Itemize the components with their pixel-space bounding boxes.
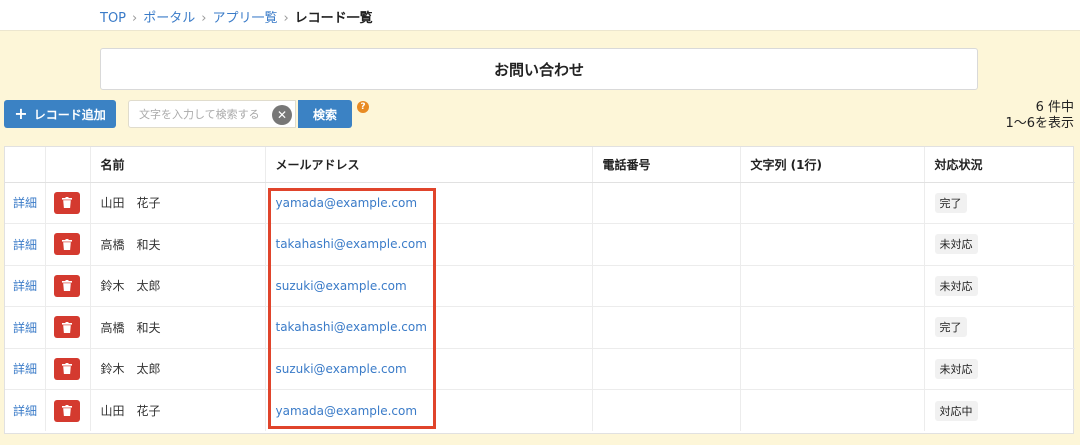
- trash-icon: [61, 238, 72, 250]
- name-cell: 鈴木 太郎: [90, 265, 266, 307]
- table-header-row: 名前 メールアドレス 電話番号 文字列 (1行) 対応状況: [5, 147, 1075, 183]
- detail-link[interactable]: 詳細: [13, 321, 37, 335]
- trash-icon: [61, 405, 72, 416]
- add-record-label: レコード追加: [33, 107, 106, 122]
- header-detail: [5, 147, 46, 183]
- text-cell: [740, 348, 925, 390]
- detail-link[interactable]: 詳細: [13, 238, 37, 252]
- table-row: 詳細 山田 花子 yamada@example.com 完了: [5, 182, 1075, 224]
- plus-icon: +: [14, 104, 28, 123]
- breadcrumb-app-list-link[interactable]: アプリ一覧: [212, 11, 277, 26]
- phone-cell: [592, 265, 741, 307]
- record-table: 名前 メールアドレス 電話番号 文字列 (1行) 対応状況 詳細 山田 花子 y…: [4, 146, 1075, 434]
- phone-cell: [592, 306, 741, 349]
- breadcrumb: TOP › ポータル › アプリ一覧 › レコード一覧: [100, 7, 373, 26]
- text-cell: [740, 182, 925, 224]
- header-email[interactable]: メールアドレス: [265, 147, 593, 183]
- table-row: 詳細 高橋 和夫 takahashi@example.com 未対応: [5, 223, 1075, 266]
- name-cell: 山田 花子: [90, 182, 266, 224]
- table-row: 詳細 鈴木 太郎 suzuki@example.com 未対応: [5, 348, 1075, 390]
- trash-icon: [61, 321, 72, 333]
- breadcrumb-current: レコード一覧: [294, 11, 373, 26]
- status-badge: 未対応: [934, 275, 978, 296]
- record-count: 6 件中 1～6を表示: [1005, 100, 1074, 132]
- breadcrumb-top-link[interactable]: TOP: [100, 11, 126, 26]
- breadcrumb-separator: ›: [132, 11, 138, 26]
- phone-cell: [592, 223, 741, 266]
- email-link[interactable]: yamada@example.com: [276, 196, 418, 210]
- header-phone[interactable]: 電話番号: [592, 147, 741, 183]
- search-button[interactable]: 検索: [298, 100, 352, 128]
- phone-cell: [592, 389, 741, 431]
- header-name[interactable]: 名前: [90, 147, 266, 183]
- table-row: 詳細 山田 花子 yamada@example.com 対応中: [5, 389, 1075, 431]
- detail-link[interactable]: 詳細: [13, 362, 37, 376]
- add-record-button[interactable]: + レコード追加: [4, 100, 116, 128]
- email-link[interactable]: suzuki@example.com: [276, 279, 407, 293]
- search-box: ✕: [128, 100, 296, 128]
- record-range: 1～6を表示: [1005, 116, 1074, 131]
- detail-link[interactable]: 詳細: [13, 404, 37, 418]
- delete-button[interactable]: [53, 316, 80, 339]
- delete-button[interactable]: [53, 399, 80, 422]
- delete-button[interactable]: [53, 357, 80, 380]
- question-icon[interactable]: ?: [357, 101, 369, 113]
- name-cell: 高橋 和夫: [90, 223, 266, 266]
- name-cell: 山田 花子: [90, 389, 266, 431]
- clear-icon[interactable]: ✕: [272, 105, 292, 125]
- email-link[interactable]: yamada@example.com: [276, 404, 418, 418]
- search-input[interactable]: [129, 101, 265, 127]
- breadcrumb-separator: ›: [201, 11, 207, 26]
- trash-icon: [61, 363, 72, 375]
- table-row: 詳細 鈴木 太郎 suzuki@example.com 未対応: [5, 265, 1075, 307]
- header-delete: [45, 147, 91, 183]
- text-cell: [740, 306, 925, 349]
- delete-button[interactable]: [53, 233, 80, 256]
- status-badge: 対応中: [934, 400, 978, 421]
- detail-link[interactable]: 詳細: [13, 279, 37, 293]
- phone-cell: [592, 348, 741, 390]
- header-status[interactable]: 対応状況: [924, 147, 1075, 183]
- text-cell: [740, 389, 925, 431]
- delete-button[interactable]: [53, 191, 80, 214]
- table-row: 詳細 高橋 和夫 takahashi@example.com 完了: [5, 306, 1075, 349]
- status-badge: 未対応: [934, 234, 978, 255]
- email-link[interactable]: takahashi@example.com: [276, 320, 427, 334]
- email-link[interactable]: takahashi@example.com: [276, 237, 427, 251]
- delete-button[interactable]: [53, 274, 80, 297]
- status-badge: 完了: [934, 317, 967, 338]
- text-cell: [740, 223, 925, 266]
- trash-icon: [61, 197, 72, 209]
- phone-cell: [592, 182, 741, 224]
- header-text[interactable]: 文字列 (1行): [740, 147, 925, 183]
- status-badge: 未対応: [934, 358, 978, 379]
- text-cell: [740, 265, 925, 307]
- trash-icon: [61, 280, 72, 292]
- breadcrumb-separator: ›: [283, 11, 289, 26]
- email-link[interactable]: suzuki@example.com: [276, 362, 407, 376]
- name-cell: 鈴木 太郎: [90, 348, 266, 390]
- status-badge: 完了: [934, 192, 967, 213]
- detail-link[interactable]: 詳細: [13, 196, 37, 210]
- breadcrumb-portal-link[interactable]: ポータル: [143, 11, 195, 26]
- app-title: お問い合わせ: [100, 48, 978, 90]
- top-bar: TOP › ポータル › アプリ一覧 › レコード一覧: [0, 0, 1080, 31]
- record-total: 6 件中: [1035, 100, 1074, 115]
- name-cell: 高橋 和夫: [90, 306, 266, 349]
